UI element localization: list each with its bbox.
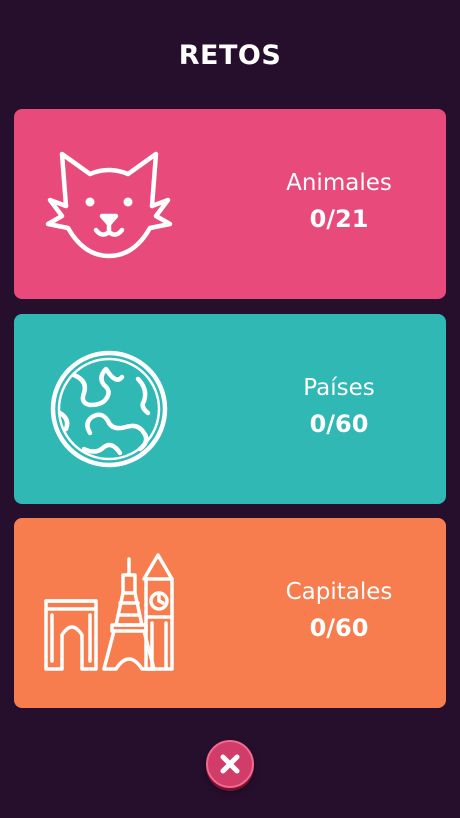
challenge-name: Animales xyxy=(286,170,392,196)
challenge-progress: 0/60 xyxy=(309,410,369,438)
challenge-card-capitales[interactable]: Capitales 0/60 xyxy=(14,518,446,708)
challenge-name: Capitales xyxy=(285,579,393,605)
close-button[interactable] xyxy=(206,740,254,788)
challenge-progress: 0/60 xyxy=(309,614,369,642)
landmarks-icon xyxy=(44,553,174,673)
page-title: RETOS xyxy=(178,40,282,71)
challenge-progress: 0/21 xyxy=(309,205,369,233)
cat-icon xyxy=(44,144,174,264)
challenge-card-animales[interactable]: Animales 0/21 xyxy=(14,109,446,299)
close-icon xyxy=(206,740,254,788)
globe-icon xyxy=(44,349,174,469)
challenge-card-paises[interactable]: Países 0/60 xyxy=(14,314,446,504)
challenge-name: Países xyxy=(303,375,375,401)
